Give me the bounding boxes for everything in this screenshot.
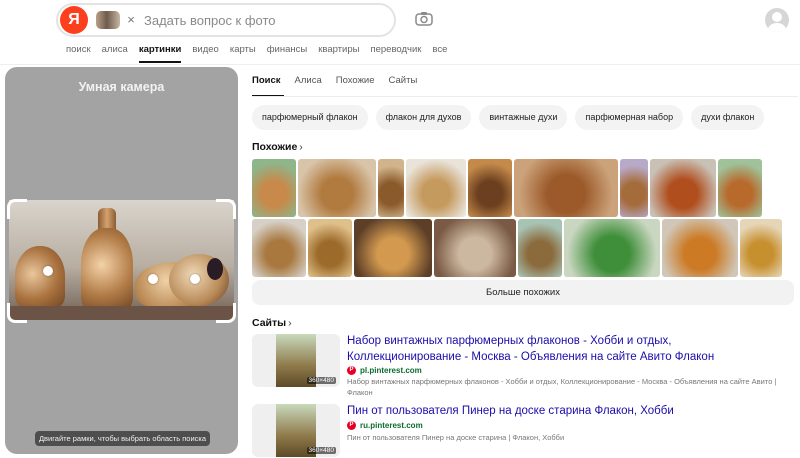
pinterest-icon: P xyxy=(347,421,356,431)
result-tabs: Поиск Алиса Похожие Сайты xyxy=(252,75,431,97)
header: × Я поиск алиса картинки видео карты фин… xyxy=(0,0,800,66)
photo-object-jar xyxy=(15,246,65,308)
user-avatar[interactable] xyxy=(765,8,789,32)
similar-image-thumbnail[interactable] xyxy=(308,219,352,277)
similar-image-thumbnail[interactable] xyxy=(378,159,404,217)
chip-suggestion[interactable]: парфюмерная набор xyxy=(575,105,684,130)
pinterest-icon: P xyxy=(347,366,356,376)
sites-title-label: Сайты xyxy=(252,317,287,329)
clear-image-icon[interactable]: × xyxy=(124,11,138,29)
query-image-chip[interactable] xyxy=(96,11,120,29)
similar-image-thumbnail[interactable] xyxy=(662,219,738,277)
crop-handle-bottom-left[interactable] xyxy=(7,303,27,323)
sites-section-title[interactable]: Сайты › xyxy=(252,317,292,329)
result-thumbnail[interactable]: 360×480 xyxy=(252,334,340,387)
similar-image-thumbnail[interactable] xyxy=(406,159,466,217)
result-source-domain: ru.pinterest.com xyxy=(360,421,423,430)
nav-realty[interactable]: квартиры xyxy=(318,44,359,64)
tab-search[interactable]: Поиск xyxy=(252,75,283,97)
nav-video[interactable]: видео xyxy=(192,44,218,64)
similar-image-thumbnail[interactable] xyxy=(298,159,376,217)
crop-handle-top-left[interactable] xyxy=(7,199,27,219)
similar-title-label: Похожие xyxy=(252,141,298,153)
photo-table xyxy=(9,306,234,320)
service-nav: поиск алиса картинки видео карты финансы… xyxy=(66,44,458,64)
similar-section-title[interactable]: Похожие › xyxy=(252,141,303,153)
similar-image-thumbnail[interactable] xyxy=(252,219,306,277)
image-size-badge: 360×480 xyxy=(306,377,336,384)
similar-image-thumbnail[interactable] xyxy=(740,219,782,277)
tab-similar[interactable]: Похожие xyxy=(336,75,375,97)
image-size-badge: 360×480 xyxy=(306,447,336,454)
chip-suggestion[interactable]: духи флакон xyxy=(691,105,765,130)
similar-image-thumbnail[interactable] xyxy=(718,159,762,217)
nav-finance[interactable]: финансы xyxy=(267,44,307,64)
result-thumbnail[interactable]: 360×480 xyxy=(252,404,340,457)
object-marker-dot[interactable] xyxy=(148,274,158,284)
result-title-link[interactable]: Набор винтажных парфюмерных флаконов - Х… xyxy=(347,334,777,365)
smart-camera-panel: Умная камера Двигайте рамки, чтобы выбра… xyxy=(5,67,238,454)
chevron-right-icon: › xyxy=(299,141,303,153)
site-result: 360×480 Пин от пользователя Пинер на дос… xyxy=(252,404,798,458)
object-marker-dot[interactable] xyxy=(190,274,200,284)
similar-images-row xyxy=(252,159,764,217)
result-source-domain: pl.pinterest.com xyxy=(360,366,422,375)
crop-handle-top-right[interactable] xyxy=(216,199,236,219)
tab-alice[interactable]: Алиса xyxy=(295,75,322,97)
nav-search[interactable]: поиск xyxy=(66,44,91,64)
similar-image-thumbnail[interactable] xyxy=(354,219,432,277)
result-title-link[interactable]: Пин от пользователя Пинер на доске стари… xyxy=(347,404,777,420)
nav-maps[interactable]: карты xyxy=(230,44,256,64)
chip-suggestion[interactable]: парфюмерный флакон xyxy=(252,105,368,130)
yandex-logo[interactable]: Я xyxy=(60,6,88,34)
panel-title: Умная камера xyxy=(78,80,165,94)
tab-sites[interactable]: Сайты xyxy=(389,75,418,97)
search-box[interactable]: × xyxy=(56,3,396,37)
result-snippet: Пин от пользователя Пинер на доске стари… xyxy=(347,433,565,442)
similar-image-thumbnail[interactable] xyxy=(252,159,296,217)
search-input[interactable] xyxy=(144,8,374,32)
nav-translator[interactable]: переводчик xyxy=(370,44,421,64)
site-result: 360×480 Набор винтажных парфюмерных флак… xyxy=(252,334,798,397)
suggestion-chips: парфюмерный флакон флакон для духов винт… xyxy=(252,105,772,130)
similar-image-thumbnail[interactable] xyxy=(434,219,516,277)
tabs-divider xyxy=(252,96,798,97)
chip-suggestion[interactable]: флакон для духов xyxy=(375,105,472,130)
more-similar-button[interactable]: Больше похожих xyxy=(252,280,794,305)
object-marker-dot[interactable] xyxy=(43,266,53,276)
result-source[interactable]: Ppl.pinterest.com xyxy=(347,366,422,376)
result-source[interactable]: Pru.pinterest.com xyxy=(347,421,423,431)
chevron-right-icon: › xyxy=(288,317,292,329)
nav-images[interactable]: картинки xyxy=(138,44,181,64)
header-divider xyxy=(0,64,800,65)
similar-image-thumbnail[interactable] xyxy=(650,159,716,217)
nav-all[interactable]: все xyxy=(432,44,447,64)
similar-image-thumbnail[interactable] xyxy=(564,219,660,277)
similar-image-thumbnail[interactable] xyxy=(468,159,512,217)
similar-image-thumbnail[interactable] xyxy=(518,219,562,277)
result-snippet: Набор винтажных парфюмерных флаконов - Х… xyxy=(347,377,777,397)
chip-suggestion[interactable]: винтажные духи xyxy=(479,105,568,130)
photo-object-knob xyxy=(207,258,223,280)
similar-image-thumbnail[interactable] xyxy=(620,159,648,217)
query-photo[interactable] xyxy=(9,200,234,320)
similar-image-thumbnail[interactable] xyxy=(514,159,618,217)
nav-alice[interactable]: алиса xyxy=(102,44,128,64)
crop-hint: Двигайте рамки, чтобы выбрать область по… xyxy=(35,431,210,446)
photo-object-decanter xyxy=(81,228,133,310)
crop-handle-bottom-right[interactable] xyxy=(216,303,236,323)
camera-icon[interactable] xyxy=(414,9,434,29)
similar-images-row xyxy=(252,219,784,277)
